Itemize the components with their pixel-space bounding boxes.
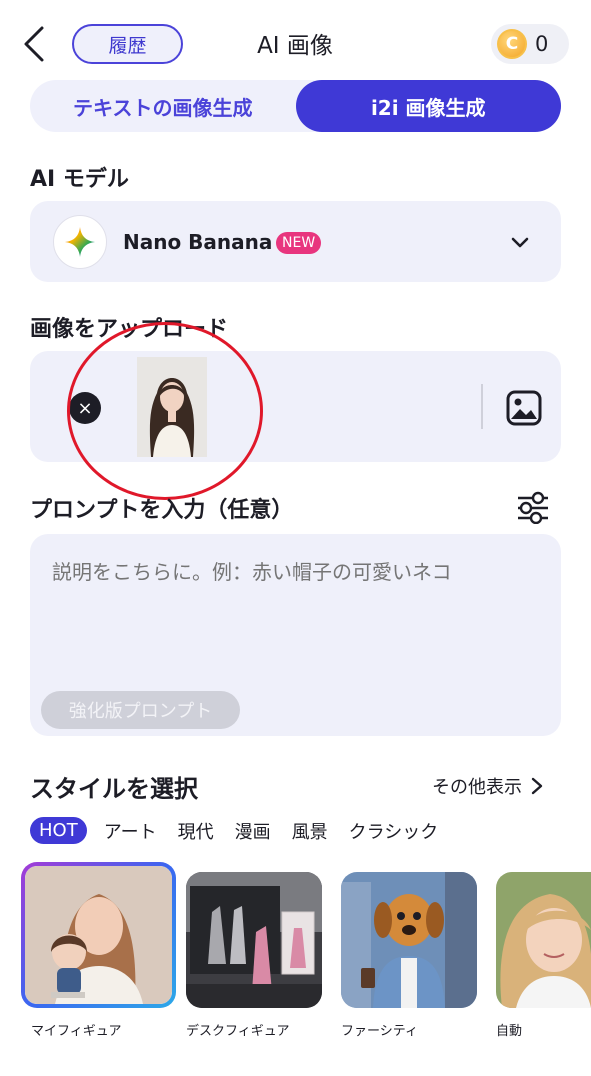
style-label: ファーシティ: [341, 1024, 418, 1039]
style-card-desk-figure[interactable]: [186, 872, 322, 1008]
tab-text-to-image[interactable]: テキストの画像生成: [30, 80, 296, 132]
divider: [481, 384, 483, 429]
prompt-area: 強化版プロンプト: [30, 534, 561, 736]
coin-count: 0: [535, 32, 549, 56]
chevron-down-icon[interactable]: [508, 231, 532, 255]
sliders-icon[interactable]: [515, 490, 551, 524]
mode-tabs: テキストの画像生成 i2i 画像生成: [30, 80, 561, 132]
category-tab-hot[interactable]: HOT: [30, 817, 87, 844]
page-title: AI 画像: [257, 33, 333, 59]
show-more-label: その他表示: [432, 777, 522, 798]
category-tab-modern[interactable]: 現代: [178, 818, 214, 844]
chevron-left-icon[interactable]: [20, 24, 48, 64]
model-selector[interactable]: Nano Banana NEW: [30, 201, 561, 282]
enhance-prompt-button[interactable]: 強化版プロンプト: [41, 691, 240, 729]
style-category-tabs: HOT アート 現代 漫画 風景 クラシック: [30, 817, 459, 844]
prompt-input[interactable]: [52, 560, 542, 584]
chevron-right-icon: [531, 777, 543, 795]
model-section-label: AI モデル: [30, 167, 129, 192]
header: 履歴 AI 画像 C 0: [0, 0, 591, 86]
style-label: 自動: [496, 1024, 523, 1039]
style-section-label: スタイルを選択: [30, 775, 198, 803]
category-tab-classic[interactable]: クラシック: [349, 818, 439, 844]
history-button[interactable]: 履歴: [72, 24, 183, 64]
coin-balance[interactable]: C 0: [491, 24, 569, 64]
image-gallery-icon[interactable]: [505, 389, 543, 427]
tab-image-to-image[interactable]: i2i 画像生成: [295, 80, 561, 132]
show-more-link[interactable]: その他表示: [432, 773, 544, 799]
style-card-auto[interactable]: [496, 872, 591, 1008]
style-card-my-figure[interactable]: [21, 862, 176, 1008]
gemini-sparkle-icon: [53, 215, 107, 269]
style-card-furry-city[interactable]: [341, 872, 477, 1008]
model-name: Nano Banana: [123, 230, 273, 254]
category-tab-art[interactable]: アート: [104, 818, 157, 844]
new-badge: NEW: [276, 232, 322, 254]
category-tab-manga[interactable]: 漫画: [235, 818, 271, 844]
category-tab-landscape[interactable]: 風景: [292, 818, 328, 844]
upload-area[interactable]: ×: [30, 351, 561, 462]
upload-section-label: 画像をアップロード: [30, 317, 229, 342]
style-label: マイフィギュア: [31, 1024, 122, 1039]
uploaded-image-thumbnail[interactable]: [137, 357, 207, 457]
prompt-section-label: プロンプトを入力（任意）: [30, 498, 294, 523]
close-icon[interactable]: ×: [69, 392, 101, 424]
style-label: デスクフィギュア: [186, 1024, 290, 1039]
coin-icon: C: [497, 29, 527, 59]
